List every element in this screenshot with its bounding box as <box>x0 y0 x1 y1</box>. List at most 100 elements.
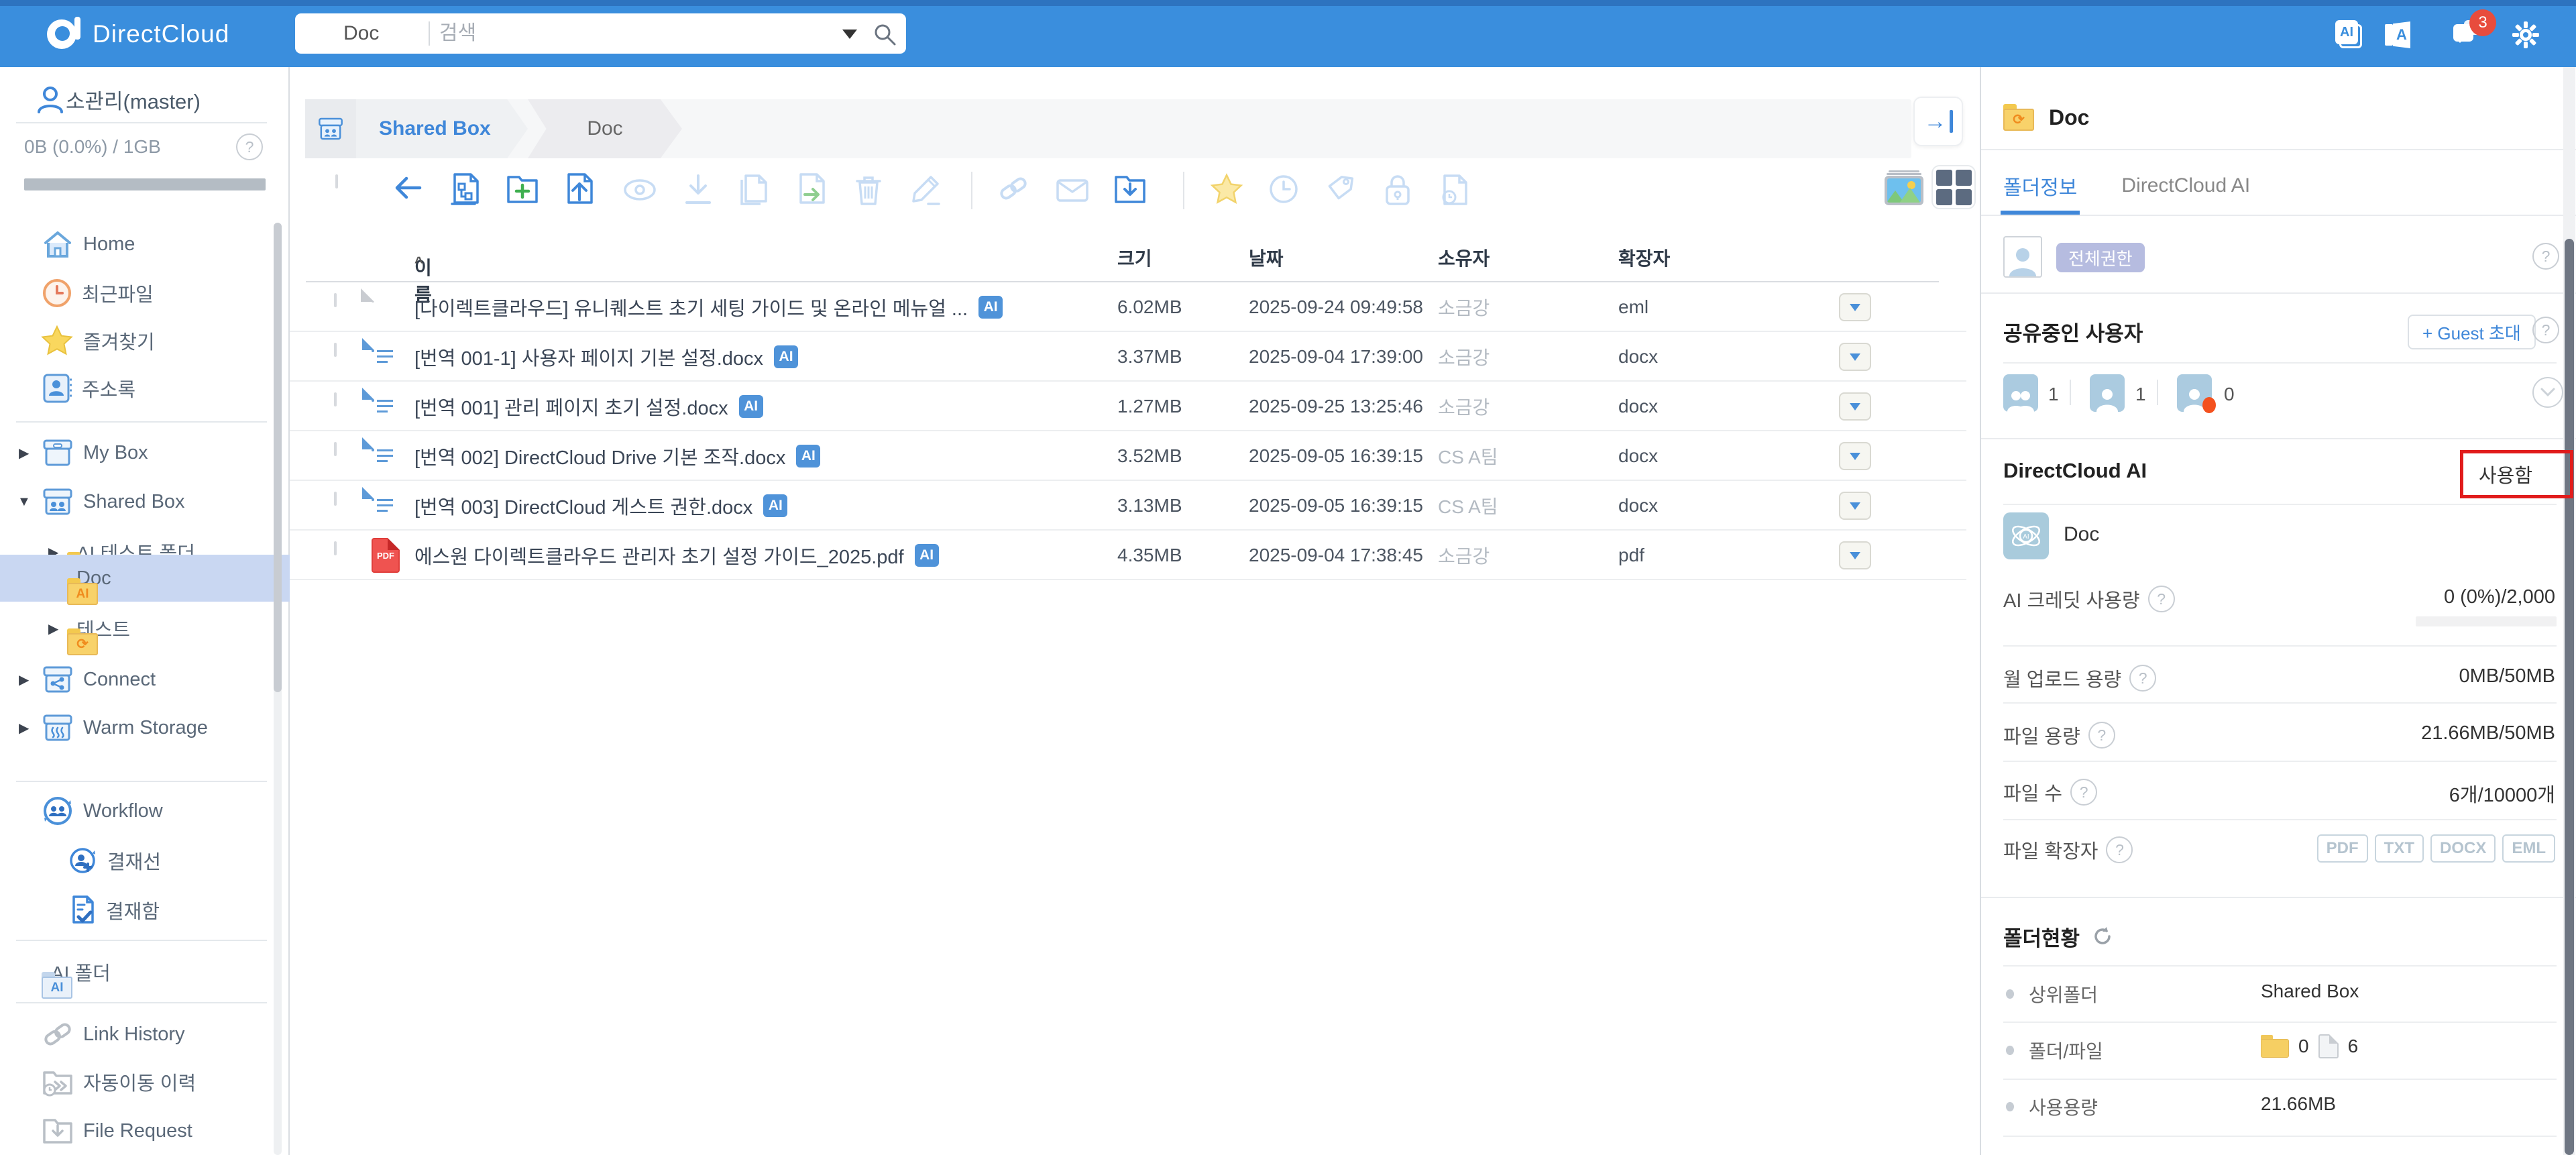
col-ext[interactable]: 확장자 <box>1618 244 1670 271</box>
sidebar-item-contacts[interactable]: 주소록 <box>0 366 290 410</box>
group-icon[interactable] <box>2003 374 2038 412</box>
row-checkbox[interactable] <box>334 442 337 456</box>
row-checkbox[interactable] <box>334 492 337 506</box>
table-row[interactable]: [번역 001] 관리 페이지 초기 설정.docx AI 1.27MB 2025… <box>290 382 1966 431</box>
delete-icon[interactable] <box>853 173 884 207</box>
user-profile[interactable]: 소관리(master) <box>0 77 290 121</box>
search-input[interactable] <box>438 13 867 54</box>
sidebar-item-mybox[interactable]: ▶ My Box <box>0 431 290 475</box>
table-row[interactable]: [번역 002] DirectCloud Drive 기본 조작.docx AI … <box>290 431 1966 481</box>
breadcrumb-item-doc[interactable]: Doc <box>528 99 682 158</box>
file-name[interactable]: [다이렉트클라우드] 유니퀘스트 초기 세팅 가이드 및 온라인 메뉴얼 ... <box>414 293 968 321</box>
help-icon[interactable]: ? <box>2070 779 2098 806</box>
copy-icon[interactable] <box>738 173 770 207</box>
brand-logo[interactable]: DirectCloud <box>47 15 229 54</box>
sidebar-item-test[interactable]: ▶ ⟳ 테스트 <box>0 606 290 655</box>
col-size[interactable]: 크기 <box>1117 244 1152 271</box>
table-row[interactable]: [번역 003] DirectCloud 게스트 권한.docx AI 3.13M… <box>290 481 1966 531</box>
lock-icon[interactable] <box>1383 173 1412 207</box>
row-checkbox[interactable] <box>334 343 337 357</box>
file-name[interactable]: [번역 003] DirectCloud 게스트 권한.docx <box>414 492 752 520</box>
upload-icon[interactable] <box>563 173 596 207</box>
download-icon[interactable] <box>683 173 714 205</box>
table-row[interactable]: [다이렉트클라우드] 유니퀘스트 초기 세팅 가이드 및 온라인 메뉴얼 ...… <box>290 282 1966 332</box>
expand-arrow-icon[interactable]: ▶ <box>48 620 58 637</box>
help-icon[interactable]: ? <box>2129 665 2157 692</box>
favorite-star-icon[interactable] <box>1210 173 1243 205</box>
sidebar-item-file-request[interactable]: File Request <box>0 1109 290 1153</box>
expand-arrow-icon[interactable]: ▶ <box>19 671 29 688</box>
sidebar-item-connect[interactable]: ▶ Connect <box>0 657 290 702</box>
sidebar-item-warm-storage[interactable]: ▶ Warm Storage <box>0 706 290 750</box>
guest-invite-button[interactable]: + Guest 초대 <box>2408 315 2536 349</box>
move-icon[interactable] <box>795 173 828 207</box>
col-owner[interactable]: 소유자 <box>1438 244 1490 271</box>
sidebar-item-approval-line[interactable]: 결재선 <box>0 838 290 883</box>
notification-badge[interactable]: 3 <box>2469 9 2496 36</box>
expand-arrow-icon[interactable]: ▶ <box>19 445 29 461</box>
user-icon[interactable] <box>2090 374 2125 412</box>
table-row[interactable]: [번역 001-1] 사용자 페이지 기본 설정.docx AI 3.37MB 2… <box>290 332 1966 382</box>
search-scope-label[interactable]: Doc <box>343 13 379 54</box>
sidebar-item-recent[interactable]: 최근파일 <box>0 271 290 315</box>
help-icon[interactable]: ? <box>2088 722 2115 749</box>
search-icon[interactable] <box>873 22 897 46</box>
row-checkbox[interactable] <box>334 541 337 555</box>
row-menu-button[interactable] <box>1839 343 1871 371</box>
select-all-checkbox[interactable] <box>335 174 338 188</box>
rename-icon[interactable] <box>911 173 943 207</box>
tab-directcloud-ai[interactable]: DirectCloud AI <box>2121 157 2250 215</box>
mail-icon[interactable] <box>1056 178 1089 203</box>
gear-icon[interactable] <box>2511 20 2539 50</box>
storage-help-icon[interactable]: ? <box>236 133 263 160</box>
breadcrumb-root-icon[interactable] <box>305 99 356 158</box>
search-scope-dropdown-icon[interactable] <box>842 30 857 39</box>
panel-scrollbar-thumb[interactable] <box>2565 239 2574 1155</box>
sidebar-item-doc[interactable]: AI Doc <box>0 556 290 605</box>
translate-icon[interactable]: A <box>2385 20 2420 50</box>
properties-icon[interactable] <box>449 173 482 207</box>
sidebar-item-ai-folder[interactable]: AI AI 폴더 <box>0 950 290 999</box>
thumbnail-view-icon[interactable] <box>1885 170 1925 205</box>
help-icon[interactable]: ? <box>2147 586 2175 612</box>
back-icon[interactable] <box>392 173 425 203</box>
chevron-down-icon[interactable] <box>2532 377 2563 408</box>
guest-icon[interactable] <box>2177 374 2216 413</box>
collapse-arrow-icon[interactable]: ▼ <box>17 494 31 510</box>
list-view-icon[interactable] <box>1931 165 1976 209</box>
tag-icon[interactable] <box>1325 173 1357 205</box>
sidebar-item-workflow[interactable]: Workflow <box>0 789 290 833</box>
permission-help-icon[interactable]: ? <box>2532 243 2559 270</box>
row-menu-button[interactable] <box>1839 442 1871 470</box>
sidebar-item-auto-move[interactable]: 자동이동 이력 <box>0 1060 290 1104</box>
sidebar-scrollbar-thumb[interactable] <box>274 223 282 692</box>
expiration-doc-icon[interactable] <box>1438 173 1470 207</box>
col-date[interactable]: 날짜 <box>1249 244 1284 271</box>
row-checkbox[interactable] <box>334 293 337 307</box>
shared-users-help-icon[interactable]: ? <box>2532 317 2559 343</box>
expand-arrow-icon[interactable]: ▶ <box>19 720 29 736</box>
row-checkbox[interactable] <box>334 392 337 406</box>
new-folder-icon[interactable] <box>506 173 539 205</box>
save-to-box-icon[interactable] <box>1113 173 1147 205</box>
help-icon[interactable]: ? <box>2106 836 2133 863</box>
sidebar-item-sharedbox[interactable]: ▼ Shared Box <box>0 480 290 524</box>
sidebar-item-approval-box[interactable]: 결재함 <box>0 888 290 932</box>
file-name[interactable]: [번역 002] DirectCloud Drive 기본 조작.docx <box>414 442 785 470</box>
table-row[interactable]: PDF 에스원 다이렉트클라우드 관리자 초기 설정 가이드_2025.pdf A… <box>290 531 1966 580</box>
file-name[interactable]: [번역 001] 관리 페이지 초기 설정.docx <box>414 392 728 421</box>
preview-icon[interactable] <box>622 178 657 201</box>
refresh-icon[interactable] <box>2092 926 2113 947</box>
sidebar-item-favorites[interactable]: 즐겨찾기 <box>0 319 290 363</box>
file-name[interactable]: 에스원 다이렉트클라우드 관리자 초기 설정 가이드_2025.pdf <box>414 541 904 569</box>
share-link-icon[interactable] <box>997 173 1030 204</box>
row-menu-button[interactable] <box>1839 541 1871 569</box>
panel-collapse-button[interactable]: → <box>1913 97 1963 146</box>
row-menu-button[interactable] <box>1839 492 1871 520</box>
ai-apps-icon[interactable]: AI <box>2335 20 2362 50</box>
sidebar-item-home[interactable]: Home <box>0 222 290 266</box>
breadcrumb-item-shared-box[interactable]: Shared Box <box>356 99 528 158</box>
sidebar-item-link-history[interactable]: Link History <box>0 1012 290 1056</box>
file-name[interactable]: [번역 001-1] 사용자 페이지 기본 설정.docx <box>414 343 763 371</box>
tab-folder-info[interactable]: 폴더정보 <box>2000 157 2080 215</box>
